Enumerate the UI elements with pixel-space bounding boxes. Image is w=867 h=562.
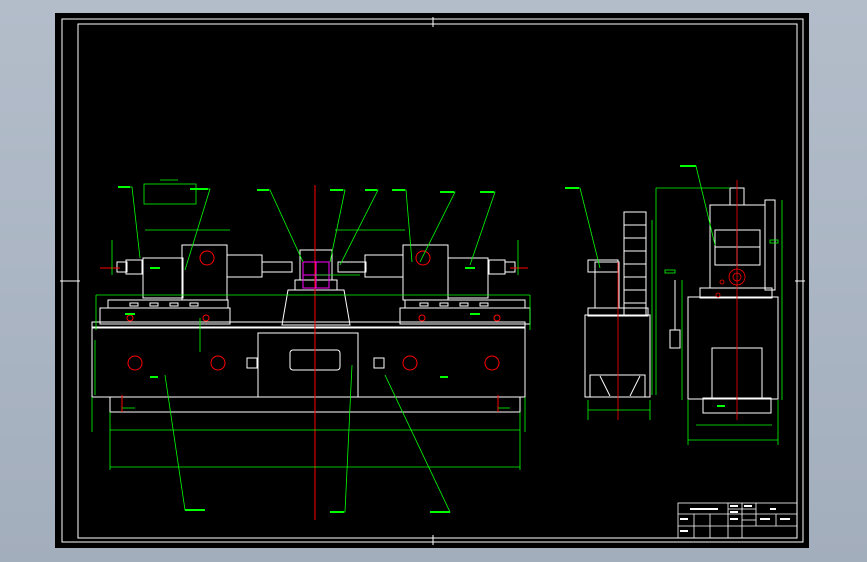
side-right-mark [717,405,725,407]
drawing-canvas[interactable] [55,13,809,548]
side-left-label [565,187,579,189]
cad-viewer[interactable] [0,0,867,562]
side-right-label [680,165,696,167]
